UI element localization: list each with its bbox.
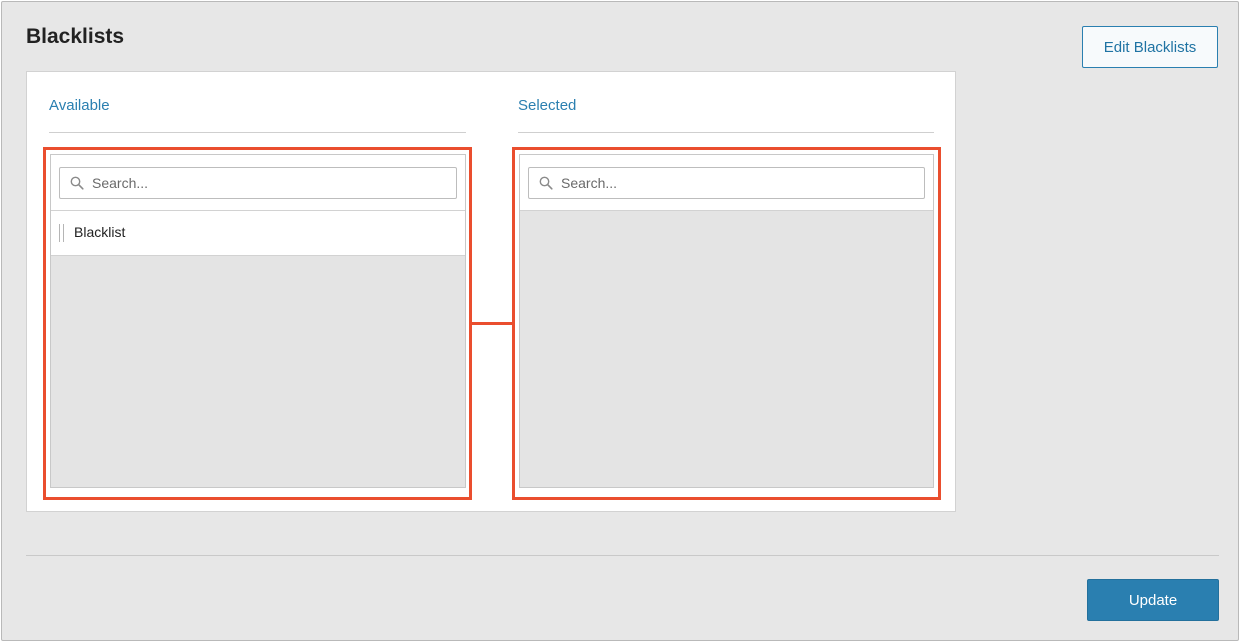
selected-search-field[interactable]: [528, 167, 925, 199]
selected-list[interactable]: [519, 154, 934, 488]
available-divider: [49, 132, 466, 133]
update-button[interactable]: Update: [1087, 579, 1219, 621]
search-icon: [70, 176, 84, 190]
selected-search-bar: [520, 155, 933, 211]
selected-title: Selected: [518, 97, 577, 114]
available-title: Available: [49, 97, 110, 114]
list-item[interactable]: Blacklist: [51, 211, 465, 256]
selected-divider: [518, 132, 934, 133]
available-search-field[interactable]: [59, 167, 457, 199]
dual-list-card: Available Selected Blacklist: [26, 71, 956, 512]
page-title: Blacklists: [26, 25, 125, 48]
available-search-bar: [51, 155, 465, 211]
blacklists-section: Blacklists Edit Blacklists Available Sel…: [1, 1, 1239, 641]
available-list[interactable]: Blacklist: [50, 154, 466, 488]
selected-search-input[interactable]: [561, 168, 918, 198]
search-icon: [539, 176, 553, 190]
drag-handle-icon[interactable]: [59, 224, 64, 242]
list-item-label: Blacklist: [74, 224, 126, 240]
highlight-connector: [471, 322, 515, 325]
available-search-input[interactable]: [92, 168, 450, 198]
footer-divider: [26, 555, 1219, 556]
edit-blacklists-button[interactable]: Edit Blacklists: [1082, 26, 1218, 68]
